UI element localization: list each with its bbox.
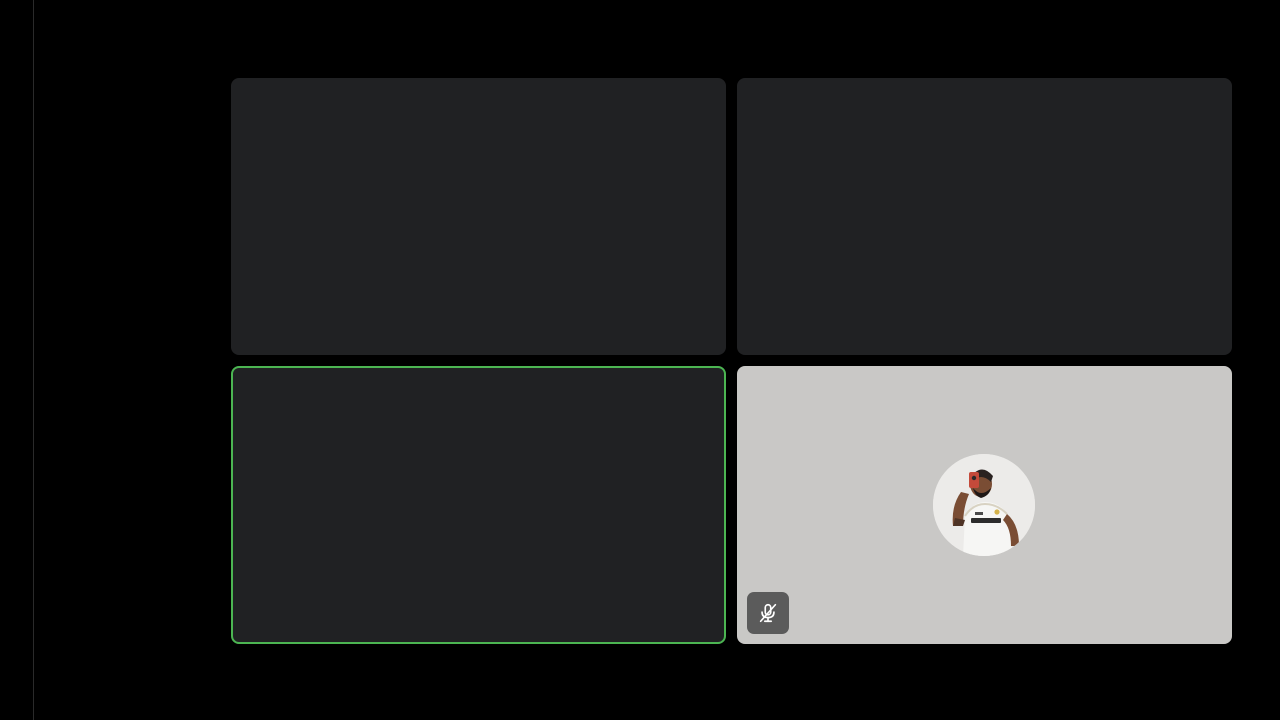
mute-indicator-button[interactable] bbox=[747, 592, 789, 634]
participant-avatar bbox=[933, 454, 1035, 556]
profile-photo-icon bbox=[933, 454, 1035, 556]
participant-tile-4[interactable] bbox=[737, 366, 1232, 644]
meeting-gallery-view bbox=[0, 0, 1280, 720]
left-rail bbox=[0, 0, 34, 720]
participant-tile-2[interactable] bbox=[737, 78, 1232, 355]
participant-tile-active-speaker[interactable] bbox=[231, 366, 726, 644]
mic-off-icon bbox=[759, 603, 777, 623]
participant-tile-1[interactable] bbox=[231, 78, 726, 355]
